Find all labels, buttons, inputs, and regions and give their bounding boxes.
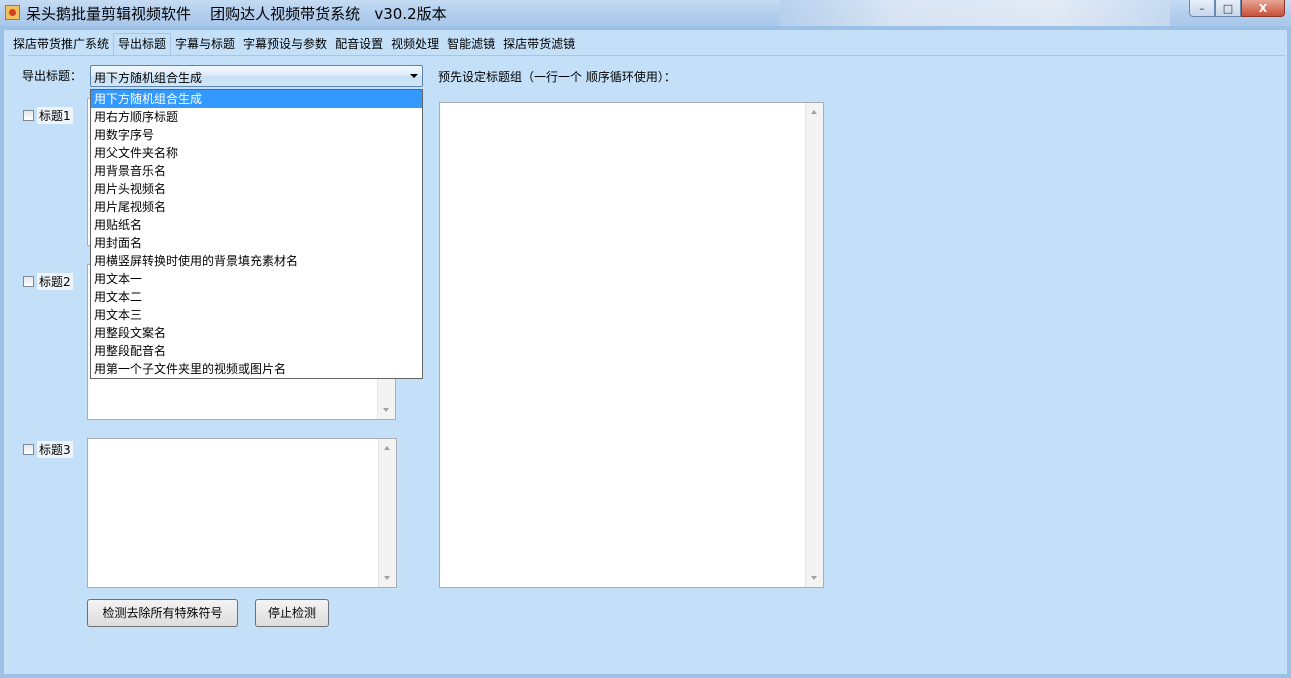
tab-voice-settings[interactable]: 配音设置	[331, 33, 387, 55]
tab-store-promotion[interactable]: 探店带货推广系统	[9, 33, 113, 55]
maximize-button[interactable]: □	[1215, 0, 1241, 17]
dropdown-option[interactable]: 用片头视频名	[91, 180, 422, 198]
tab-smart-filter[interactable]: 智能滤镜	[443, 33, 499, 55]
tab-strip: 探店带货推广系统 导出标题 字幕与标题 字幕预设与参数 配音设置 视频处理 智能…	[9, 33, 579, 56]
dropdown-option[interactable]: 用文本一	[91, 270, 422, 288]
title3-checkbox[interactable]: 标题3	[23, 441, 73, 458]
tab-export-title[interactable]: 导出标题	[113, 33, 172, 56]
app-icon	[5, 5, 20, 20]
dropdown-option[interactable]: 用父文件夹名称	[91, 144, 422, 162]
stop-detect-button[interactable]: 停止检测	[255, 599, 329, 627]
preset-title-group-label: 预先设定标题组（一行一个 顺序循环使用）：	[438, 70, 676, 84]
minimize-icon: –	[1199, 1, 1205, 15]
window-title: 呆头鹅批量剪辑视频软件 团购达人视频带货系统 v30.2版本	[26, 5, 447, 23]
scroll-down-icon	[811, 576, 817, 580]
detect-remove-special-symbols-button[interactable]: 检测去除所有特殊符号	[87, 599, 238, 627]
export-title-label: 导出标题：	[22, 69, 83, 83]
scroll-up-icon	[384, 446, 390, 450]
dropdown-option[interactable]: 用文本二	[91, 288, 422, 306]
checkbox-box	[23, 444, 34, 455]
scroll-up-icon	[811, 110, 817, 114]
title-bar: 呆头鹅批量剪辑视频软件 团购达人视频带货系统 v30.2版本 – □ X	[0, 0, 1291, 26]
tab-store-filter[interactable]: 探店带货滤镜	[499, 33, 579, 55]
tab-subtitle-title[interactable]: 字幕与标题	[171, 33, 239, 55]
title1-checkbox-label: 标题1	[37, 107, 73, 124]
tab-video-processing[interactable]: 视频处理	[387, 33, 443, 55]
preset-title-group-scrollbar[interactable]	[805, 103, 823, 587]
title-bar-background	[780, 0, 1170, 26]
title2-checkbox-label: 标题2	[37, 273, 73, 290]
title1-checkbox[interactable]: 标题1	[23, 107, 73, 124]
dropdown-option[interactable]: 用整段配音名	[91, 342, 422, 360]
dropdown-option[interactable]: 用数字序号	[91, 126, 422, 144]
export-title-selected-value: 用下方随机组合生成	[94, 71, 203, 85]
title3-textarea-scrollbar[interactable]	[378, 439, 396, 587]
tab-subtitle-preset[interactable]: 字幕预设与参数	[239, 33, 331, 55]
preset-title-group-textarea[interactable]	[439, 102, 824, 588]
minimize-button[interactable]: –	[1189, 0, 1215, 17]
chevron-down-icon	[410, 74, 418, 78]
export-title-select[interactable]: 用下方随机组合生成	[90, 65, 423, 87]
checkbox-box	[23, 276, 34, 287]
dropdown-option[interactable]: 用整段文案名	[91, 324, 422, 342]
dropdown-option[interactable]: 用片尾视频名	[91, 198, 422, 216]
dropdown-option[interactable]: 用背景音乐名	[91, 162, 422, 180]
dropdown-option[interactable]: 用横竖屏转换时使用的背景填充素材名	[91, 252, 422, 270]
title3-checkbox-label: 标题3	[37, 441, 73, 458]
title2-checkbox[interactable]: 标题2	[23, 273, 73, 290]
dropdown-option[interactable]: 用文本三	[91, 306, 422, 324]
dropdown-option[interactable]: 用下方随机组合生成	[91, 90, 422, 108]
dropdown-option[interactable]: 用右方顺序标题	[91, 108, 422, 126]
title3-textarea[interactable]	[87, 438, 397, 588]
window-controls: – □ X	[1189, 0, 1285, 18]
scroll-down-icon	[383, 408, 389, 412]
dropdown-option[interactable]: 用贴纸名	[91, 216, 422, 234]
close-button[interactable]: X	[1241, 0, 1285, 17]
export-title-dropdown-list: 用下方随机组合生成 用右方顺序标题 用数字序号 用父文件夹名称 用背景音乐名 用…	[90, 89, 423, 379]
checkbox-box	[23, 110, 34, 121]
maximize-icon: □	[1222, 1, 1234, 15]
scroll-down-icon	[384, 576, 390, 580]
dropdown-option[interactable]: 用第一个子文件夹里的视频或图片名	[91, 360, 422, 378]
close-icon: X	[1258, 1, 1268, 15]
dropdown-option[interactable]: 用封面名	[91, 234, 422, 252]
main-client-area: 探店带货推广系统 导出标题 字幕与标题 字幕预设与参数 配音设置 视频处理 智能…	[4, 30, 1287, 674]
tab-panel-export-title: 导出标题： 用下方随机组合生成 用下方随机组合生成 用右方顺序标题 用数字序号 …	[8, 55, 1285, 671]
